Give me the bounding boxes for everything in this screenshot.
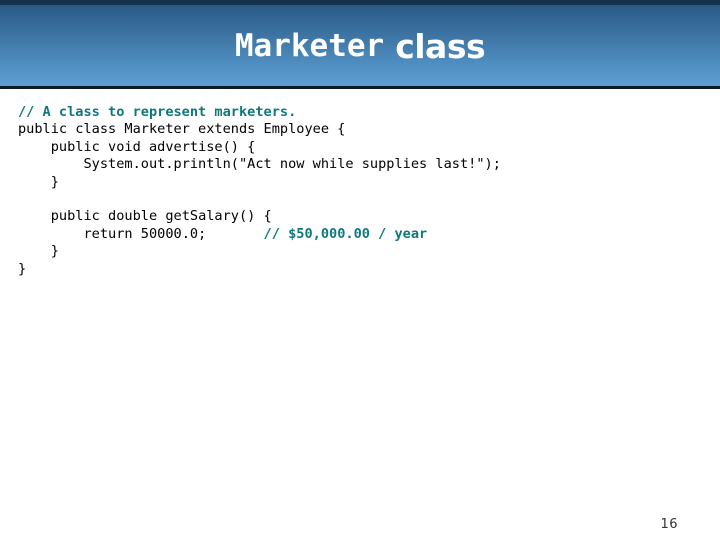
code-token: public class Marketer extends Employee { [18,121,346,138]
page-number: 16 [660,517,678,532]
code-token: return 50000.0; [83,225,264,242]
slide-header-banner: Marketer class [0,0,720,89]
code-line: public class Marketer extends Employee { [18,121,501,138]
code-token: public void advertise() { [50,138,256,155]
code-line: } [18,174,501,191]
slide-title-class-name: Marketer [234,27,385,64]
code-line: // A class to represent marketers. [18,104,501,121]
code-comment: // $50,000.00 / year [263,225,428,242]
code-line: } [18,261,501,278]
code-line: return 50000.0; // $50,000.00 / year [18,226,501,243]
code-line: } [18,243,501,260]
code-token: } [50,173,59,190]
code-token: System.out.println("Act now while suppli… [83,156,501,173]
code-token: public double getSalary() { [50,208,272,225]
code-token: } [18,260,27,277]
code-line: public void advertise() { [18,139,501,156]
code-line: public double getSalary() { [18,208,501,225]
slide-title-keyword: class [395,26,486,66]
code-token: } [50,243,59,260]
java-code-listing: // A class to represent marketers. public… [18,104,501,278]
code-line: System.out.println("Act now while suppli… [18,156,501,173]
slide-title: Marketer class [0,2,720,86]
code-comment: // A class to represent marketers. [18,104,297,120]
